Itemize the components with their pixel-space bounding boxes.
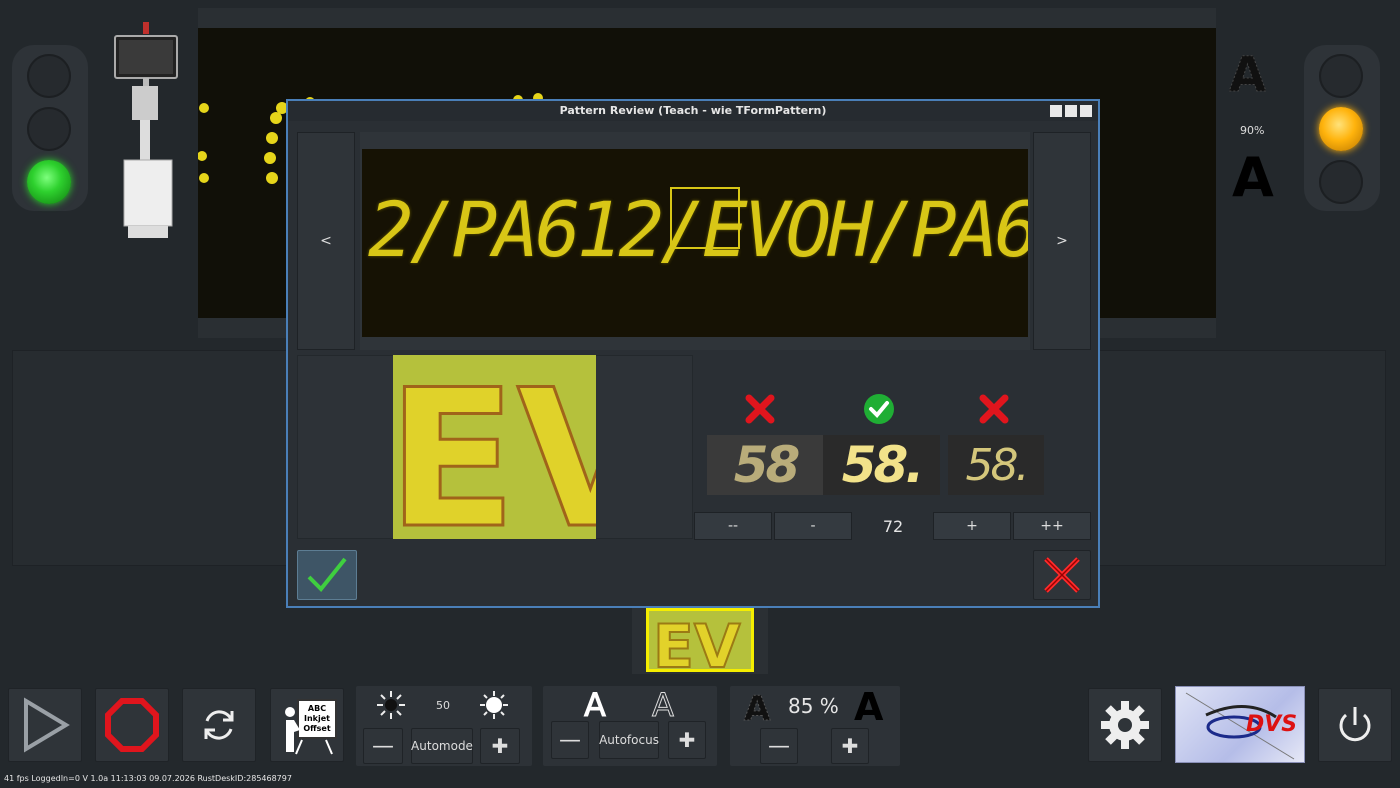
match-text-1: 58 [733, 436, 801, 494]
match-candidate-1[interactable]: 58 [707, 435, 824, 495]
match-candidate-3[interactable]: 58. [948, 435, 1044, 495]
crop-text: EV [393, 355, 596, 539]
next-button[interactable]: > [1033, 132, 1091, 350]
gear-icon [1101, 701, 1149, 749]
settings-button[interactable] [1088, 688, 1162, 762]
svg-text:A: A [744, 689, 771, 724]
teach-button[interactable]: ABC Inkjet Offset [270, 688, 344, 762]
maximize-button[interactable] [1065, 105, 1077, 117]
contrast-percent: 90% [1240, 124, 1265, 137]
teach-line-3: Offset [303, 724, 330, 733]
minus-icon: — [559, 727, 581, 753]
automode-button[interactable]: Automode [411, 728, 473, 764]
match-text-3: 58. [965, 439, 1030, 491]
refresh-icon [204, 710, 234, 740]
ocr-image: 2/PA612/EVOH/PA6< [362, 149, 1028, 337]
contrast-low-icon: A [742, 688, 776, 730]
contrast-value: 85 % [788, 694, 839, 718]
contrast-plus-button[interactable]: ✚ [831, 728, 869, 764]
stop-icon [105, 698, 159, 752]
lamp-red-off [1319, 54, 1363, 98]
power-button[interactable] [1318, 688, 1392, 762]
contrast-low-icon: A [1225, 45, 1277, 104]
brightness-high-icon [478, 689, 510, 721]
lamp-green-off [1319, 160, 1363, 204]
plus-icon: ✚ [841, 734, 859, 758]
lamp-red-off [27, 54, 71, 98]
focus-blur-icon: A [648, 686, 678, 725]
status-light-left [12, 45, 88, 211]
threshold-value: 72 [882, 516, 904, 536]
decrease-button[interactable]: - [774, 512, 852, 540]
contrast-high-icon: A [852, 685, 890, 729]
lamp-yellow-on [1319, 107, 1363, 151]
teach-icon: ABC Inkjet Offset [285, 699, 337, 755]
plus-icon: ✚ [491, 734, 509, 758]
reject-icon [978, 393, 1010, 425]
dialog-title: Pattern Review (Teach - wie TFormPattern… [288, 101, 1098, 121]
power-icon [1339, 707, 1371, 742]
focus-sharp-icon: A [580, 686, 610, 725]
autofocus-button[interactable]: Autofocus [599, 721, 659, 759]
brightness-low-icon [375, 689, 407, 721]
svg-text:A: A [1229, 47, 1266, 97]
minimize-button[interactable] [1050, 105, 1062, 117]
cancel-button[interactable] [1033, 550, 1091, 600]
lamp-yellow-off [27, 107, 71, 151]
teach-line-2: Inkjet [304, 714, 330, 723]
brightness-minus-button[interactable]: — [363, 728, 403, 764]
close-window-button[interactable] [1080, 105, 1092, 117]
close-icon [1044, 557, 1080, 593]
logo-text: DVS [1246, 712, 1297, 737]
match-text-2: 58. [841, 436, 925, 494]
contrast-high-icon: A [1228, 146, 1282, 209]
play-icon [24, 697, 70, 753]
start-button[interactable] [8, 688, 82, 762]
ok-button[interactable] [297, 550, 357, 600]
pattern-review-dialog: Pattern Review (Teach - wie TFormPattern… [286, 99, 1100, 608]
main-window: A 90% A EV Pattern Review (Teach - wie T… [0, 0, 1400, 788]
svg-text:A: A [584, 686, 606, 720]
refresh-button[interactable] [182, 688, 256, 762]
check-icon [307, 557, 347, 592]
stop-button[interactable] [95, 688, 169, 762]
match-candidate-2[interactable]: 58. [823, 435, 940, 495]
selected-pattern-box[interactable] [670, 187, 740, 249]
svg-text:A: A [1232, 146, 1274, 200]
minus-icon: — [372, 733, 394, 759]
teach-line-1: ABC [308, 704, 326, 713]
brightness-plus-button[interactable]: ✚ [480, 728, 520, 764]
focus-minus-button[interactable]: — [551, 721, 589, 759]
svg-text:EV: EV [653, 612, 741, 672]
svg-text:A: A [652, 686, 674, 720]
crop-image: EV [393, 355, 596, 539]
plus-icon: ✚ [678, 728, 696, 752]
focus-plus-button[interactable]: ✚ [668, 721, 706, 759]
minus-icon: — [768, 733, 790, 759]
dvs-logo: DVS [1175, 686, 1305, 763]
brightness-value: 50 [436, 699, 450, 712]
lamp-green-on [27, 160, 71, 204]
contrast-minus-button[interactable]: — [760, 728, 798, 764]
status-bar: 41 fps LoggedIn=0 V 1.0a 11:13:03 09.07.… [4, 774, 292, 783]
increase-big-button[interactable]: ++ [1013, 512, 1091, 540]
machine-image [110, 20, 182, 242]
status-light-right [1304, 45, 1380, 211]
increase-button[interactable]: + [933, 512, 1011, 540]
pattern-thumbnail-frame: EV [632, 608, 768, 674]
pattern-thumbnail[interactable]: EV [646, 608, 754, 672]
decrease-big-button[interactable]: -- [694, 512, 772, 540]
reject-icon [744, 393, 776, 425]
prev-button[interactable]: < [297, 132, 355, 350]
svg-text:A: A [854, 686, 884, 724]
accept-icon [863, 393, 895, 425]
